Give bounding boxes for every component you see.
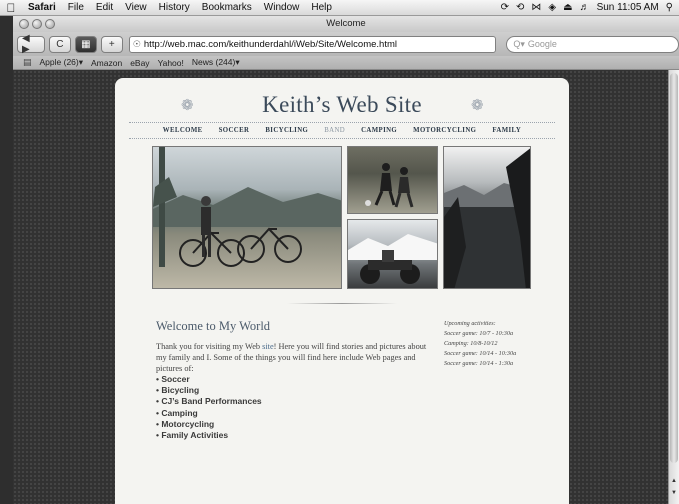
minimize-window-button[interactable] [32, 19, 42, 29]
photo-soccer [347, 146, 438, 214]
reload-button[interactable]: C [48, 35, 71, 53]
activity-item: Soccer game: 10/14 - 10:30a [444, 350, 517, 357]
bookmarks-view-button[interactable]: ▦ [74, 35, 97, 53]
bluetooth-icon[interactable]: ⋈ [531, 2, 541, 13]
eject-icon[interactable]: ⏏ [563, 2, 572, 13]
menu-bar:  Safari File Edit View History Bookmark… [0, 0, 679, 16]
nav-camping[interactable]: CAMPING [361, 127, 397, 134]
search-icon: Q▾ [513, 38, 525, 49]
activity-item: Soccer game: 10/7 - 10:30a [444, 330, 514, 337]
apple-icon[interactable]:  [0, 1, 22, 15]
intro-paragraph: Thank you for visiting my Web site! Here… [156, 341, 432, 374]
scroll-down-arrow-icon[interactable]: ▼ [669, 490, 679, 496]
menu-view[interactable]: View [119, 2, 153, 13]
vertical-scrollbar[interactable]: ▲ ▼ [668, 70, 679, 504]
nav-welcome[interactable]: WELCOME [163, 127, 203, 134]
volume-icon[interactable]: ♬ [580, 2, 590, 13]
nav-band[interactable]: BAND [324, 127, 345, 134]
bookmark-apple[interactable]: Apple (26)▾ [40, 57, 83, 68]
upcoming-activities: Upcoming activities: Soccer game: 10/7 -… [444, 319, 554, 369]
menu-extras: ⟳ ⟲ ⋈ ◈ ⏏ ♬ Sun 11:05 AM ⚲ [501, 2, 679, 13]
menu-bookmarks[interactable]: Bookmarks [196, 2, 258, 13]
list-item: Soccer [156, 374, 262, 385]
nav-family[interactable]: FAMILY [492, 127, 521, 134]
photo-camping [443, 146, 531, 289]
intro-text-start: Thank you for visiting my Web [156, 342, 263, 351]
list-item: Bicycling [156, 385, 262, 396]
window-title: Welcome [326, 18, 366, 29]
list-item: Family Activities [156, 430, 262, 441]
site-nav: WELCOME SOCCER BICYCLING BAND CAMPING MO… [129, 122, 555, 139]
scrollbar-thumb[interactable] [670, 73, 678, 463]
bicycles-illustration [153, 147, 341, 267]
nav-bicycling[interactable]: BICYCLING [265, 127, 308, 134]
book-icon: ▦ [81, 38, 91, 50]
list-item: CJ’s Band Performances [156, 396, 261, 407]
nav-soccer[interactable]: SOCCER [219, 127, 250, 134]
add-bookmark-button[interactable]: + [100, 35, 123, 53]
bookmark-news[interactable]: News (244)▾ [192, 57, 240, 68]
window-titlebar: Welcome [13, 16, 679, 32]
menu-history[interactable]: History [153, 2, 196, 13]
motorcycle-illustration [348, 234, 437, 284]
bookmark-yahoo[interactable]: Yahoo! [158, 58, 184, 68]
menu-window[interactable]: Window [258, 2, 306, 13]
menu-edit[interactable]: Edit [90, 2, 119, 13]
nav-motorcycling[interactable]: MOTORCYCLING [413, 127, 476, 134]
spotlight-icon[interactable]: ⚲ [666, 2, 673, 13]
swirl-ornament-icon: ❁ [471, 97, 484, 114]
web-content: ❁ Keith’s Web Site ❁ WELCOME SOCCER BICY… [13, 70, 668, 504]
intro-site-link[interactable]: site [262, 342, 274, 351]
activities-heading: Upcoming activities: [444, 320, 496, 327]
bookmark-ebay[interactable]: eBay [130, 58, 149, 68]
photo-motorcycling [347, 219, 438, 289]
scroll-up-arrow-icon[interactable]: ▲ [669, 478, 679, 484]
activity-item: Camping: 10/8-10/12 [444, 340, 498, 347]
interests-list: Soccer Bicycling CJ’s Band Performances … [156, 374, 262, 441]
menu-file[interactable]: File [62, 2, 90, 13]
search-field[interactable]: Q▾ Google [506, 35, 679, 53]
back-forward-button[interactable]: ◀ ▶ [17, 33, 45, 55]
soccer-players-illustration [365, 163, 414, 208]
bookmark-amazon[interactable]: Amazon [91, 58, 122, 68]
time-machine-icon[interactable]: ⟲ [516, 2, 524, 13]
wifi-icon[interactable]: ◈ [548, 2, 556, 13]
site-title: Keith’s Web Site [262, 92, 422, 117]
menu-clock[interactable]: Sun 11:05 AM [597, 2, 659, 13]
zoom-window-button[interactable] [45, 19, 55, 29]
section-divider [287, 303, 397, 304]
list-item: Camping [156, 408, 262, 419]
book-icon[interactable]: ▤ [23, 57, 32, 68]
bookmarks-bar: ▤ Apple (26)▾ Amazon eBay Yahoo! News (2… [13, 56, 679, 70]
search-placeholder: Google [527, 39, 557, 49]
close-window-button[interactable] [19, 19, 29, 29]
menu-help[interactable]: Help [305, 2, 338, 13]
list-item: Motorcycling [156, 419, 262, 430]
site-page: ❁ Keith’s Web Site ❁ WELCOME SOCCER BICY… [115, 78, 569, 504]
welcome-heading: Welcome to My World [156, 319, 271, 333]
globe-icon: ☉ [132, 38, 141, 49]
browser-toolbar: ◀ ▶ C ▦ + ☉ http://web.mac.com/keithunde… [13, 32, 679, 56]
sync-icon[interactable]: ⟳ [501, 2, 509, 13]
address-field[interactable]: ☉ http://web.mac.com/keithunderdahl/iWeb… [128, 35, 497, 53]
menu-app-name[interactable]: Safari [22, 2, 62, 13]
activity-item: Soccer game: 10/14 - 1:30a [444, 360, 514, 367]
lake-landscape-illustration [444, 148, 530, 288]
photo-bicycling [152, 146, 342, 289]
window-controls [19, 19, 55, 29]
address-url: http://web.mac.com/keithunderdahl/iWeb/S… [143, 38, 397, 50]
